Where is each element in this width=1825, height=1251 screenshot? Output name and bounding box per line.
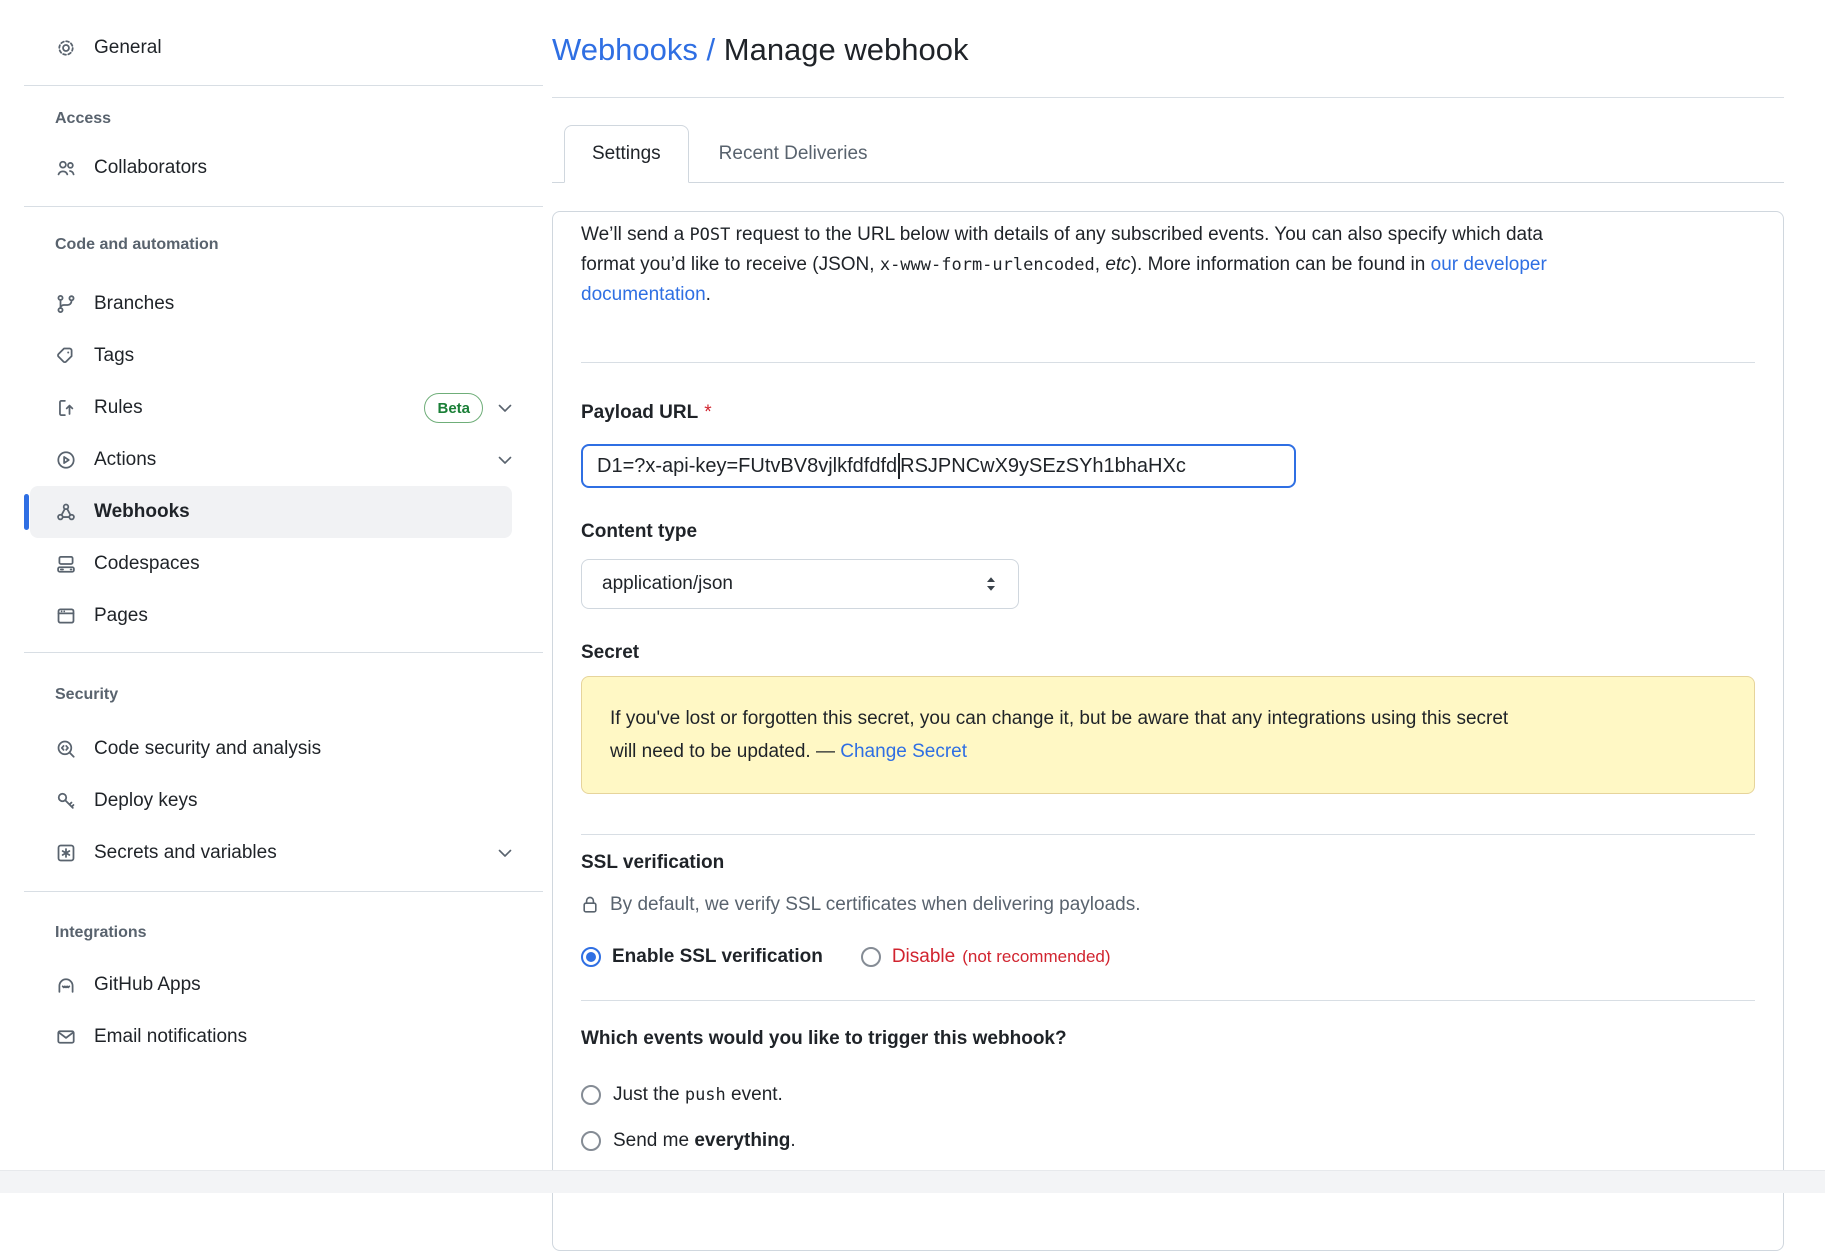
sidebar-item-label: Actions: [94, 449, 497, 471]
sidebar-item-pages[interactable]: Pages: [30, 590, 543, 642]
webhook-settings-panel: We’ll send a POST request to the URL bel…: [552, 211, 1784, 1251]
sidebar-item-codespaces[interactable]: Codespaces: [30, 538, 543, 590]
select-arrows-icon: [984, 575, 998, 593]
tab-recent-deliveries[interactable]: Recent Deliveries: [689, 126, 898, 182]
sidebar-item-label: Rules: [94, 397, 424, 419]
just-push-label[interactable]: Just the push event.: [613, 1084, 783, 1106]
intro-text: We’ll send a POST request to the URL bel…: [581, 220, 1755, 309]
page-title: Webhooks / Manage webhook: [552, 30, 1784, 70]
sidebar-divider: [24, 206, 543, 207]
chevron-down-icon: [497, 848, 513, 858]
content-type-label: Content type: [581, 520, 1755, 543]
code-scan-icon: [55, 738, 77, 760]
sidebar-item-label: Email notifications: [94, 1026, 513, 1048]
sidebar-divider: [24, 891, 543, 892]
ssl-description: By default, we verify SSL certificates w…: [610, 894, 1141, 916]
send-everything-radio[interactable]: [581, 1131, 601, 1151]
lock-icon: [581, 895, 599, 916]
people-icon: [55, 157, 77, 179]
sidebar-item-tags[interactable]: Tags: [30, 330, 543, 382]
sidebar-item-rules[interactable]: Rules Beta: [30, 382, 543, 434]
asterisk-box-icon: [55, 842, 77, 864]
sidebar-divider: [24, 85, 543, 86]
mail-icon: [55, 1026, 77, 1048]
codespaces-icon: [55, 553, 77, 575]
sidebar-item-label: Webhooks: [94, 501, 482, 523]
tabnav: Settings Recent Deliveries: [552, 126, 1784, 183]
main-content: Webhooks / Manage webhook Settings Recen…: [552, 0, 1784, 1251]
send-everything-label[interactable]: Send me everything.: [613, 1130, 796, 1152]
sidebar-item-label: Branches: [94, 293, 513, 315]
disable-ssl-label[interactable]: Disable: [892, 946, 955, 968]
sidebar-item-label: Codespaces: [94, 553, 513, 575]
sidebar-item-actions[interactable]: Actions: [30, 434, 543, 486]
github-apps-icon: [55, 974, 77, 996]
sidebar-item-code-security[interactable]: Code security and analysis: [30, 723, 543, 775]
section-divider: [581, 362, 1755, 363]
change-secret-link[interactable]: Change Secret: [840, 741, 967, 762]
chevron-down-icon: [497, 403, 513, 413]
just-push-option: Just the push event.: [581, 1084, 1755, 1106]
sidebar-item-deploy-keys[interactable]: Deploy keys: [30, 775, 543, 827]
tag-icon: [55, 345, 77, 367]
sidebar-section-code-automation: Code and automation: [24, 235, 543, 255]
enable-ssl-label[interactable]: Enable SSL verification: [612, 946, 823, 968]
beta-badge: Beta: [424, 393, 483, 423]
disable-ssl-radio[interactable]: [861, 947, 881, 967]
payload-url-label: Payload URL*: [581, 401, 1755, 424]
sidebar-item-branches[interactable]: Branches: [30, 278, 543, 330]
input-text: D1=?x-api-key=FUtvBV8vjlkfdfdfd: [597, 455, 897, 478]
enable-ssl-radio[interactable]: [581, 947, 601, 967]
tab-settings[interactable]: Settings: [564, 125, 689, 183]
ssl-description-row: By default, we verify SSL certificates w…: [581, 894, 1755, 916]
sidebar-item-email-notifications[interactable]: Email notifications: [30, 1011, 543, 1063]
sidebar-item-label: Deploy keys: [94, 790, 513, 812]
section-divider: [581, 834, 1755, 835]
settings-sidebar: General Access Collaborators Code and au…: [24, 22, 543, 1063]
sidebar-item-label: Code security and analysis: [94, 738, 513, 760]
sidebar-divider: [24, 652, 543, 653]
events-question: Which events would you like to trigger t…: [581, 1027, 1755, 1050]
sidebar-section-access: Access: [24, 109, 543, 129]
browser-icon: [55, 605, 77, 627]
sidebar-section-integrations: Integrations: [24, 923, 543, 943]
content-type-select[interactable]: application/json: [581, 559, 1019, 609]
key-icon: [55, 790, 77, 812]
sidebar-item-label: GitHub Apps: [94, 974, 513, 996]
just-push-radio[interactable]: [581, 1085, 601, 1105]
section-divider: [581, 1000, 1755, 1001]
gear-icon: [55, 37, 77, 59]
page-title-current: Manage webhook: [724, 32, 969, 67]
page-bottom-band: [0, 1170, 1825, 1193]
disable-ssl-note: (not recommended): [962, 947, 1110, 967]
sidebar-item-label: Tags: [94, 345, 513, 367]
sidebar-item-collaborators[interactable]: Collaborators: [30, 142, 543, 194]
required-asterisk: *: [704, 402, 711, 423]
sidebar-item-github-apps[interactable]: GitHub Apps: [30, 959, 543, 1011]
sidebar-item-label: Secrets and variables: [94, 842, 497, 864]
select-value: application/json: [602, 573, 733, 595]
sidebar-item-secrets-variables[interactable]: Secrets and variables: [30, 827, 543, 879]
send-everything-option: Send me everything.: [581, 1130, 1755, 1152]
webhooks-breadcrumb-link[interactable]: Webhooks /: [552, 32, 724, 67]
sidebar-item-general[interactable]: General: [30, 22, 543, 74]
webhook-icon: [55, 501, 77, 523]
secret-warning-box: If you've lost or forgotten this secret,…: [581, 676, 1755, 794]
chevron-down-icon: [497, 455, 513, 465]
play-circle-icon: [55, 449, 77, 471]
input-text: RSJPNCwX9ySEzSYh1bhaHXc: [900, 455, 1186, 478]
secret-label: Secret: [581, 641, 1755, 664]
payload-url-input[interactable]: D1=?x-api-key=FUtvBV8vjlkfdfdfdRSJPNCwX9…: [581, 444, 1296, 488]
ssl-options-row: Enable SSL verification Disable (not rec…: [581, 946, 1755, 968]
sidebar-item-label: Pages: [94, 605, 513, 627]
rules-icon: [55, 397, 77, 419]
sidebar-item-webhooks[interactable]: Webhooks: [30, 486, 512, 538]
git-branch-icon: [55, 293, 77, 315]
ssl-verification-label: SSL verification: [581, 851, 1755, 874]
title-divider: [552, 97, 1784, 98]
sidebar-section-security: Security: [24, 685, 543, 705]
sidebar-item-label: Collaborators: [94, 157, 513, 179]
sidebar-item-label: General: [94, 37, 513, 59]
